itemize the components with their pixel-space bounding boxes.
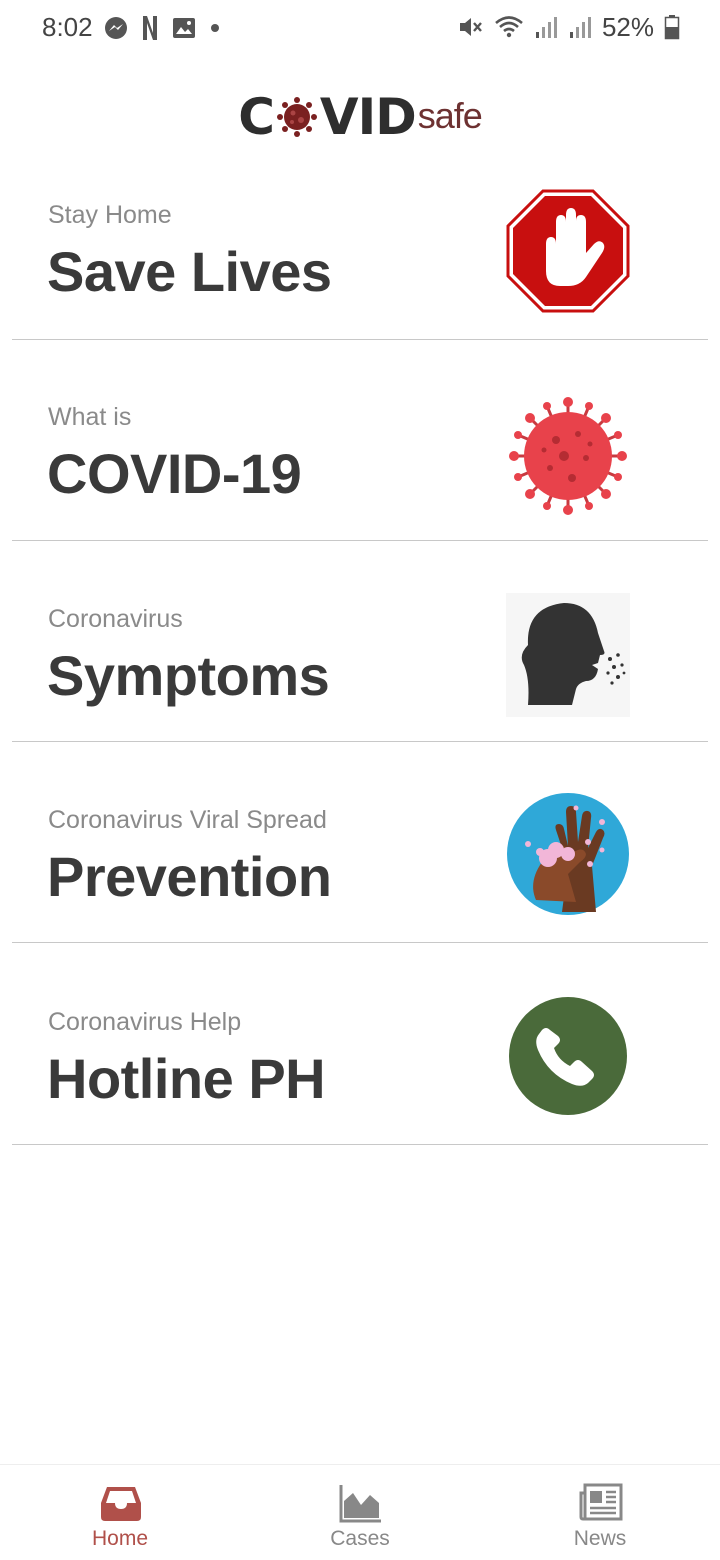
menu-item-subtitle: What is: [48, 403, 132, 431]
menu-item-save-lives[interactable]: Stay Home Save Lives: [12, 139, 708, 340]
menu-item-title: Symptoms: [47, 644, 330, 707]
nav-news-label: News: [573, 1527, 627, 1550]
bottom-navigation: Home Cases News: [0, 1464, 720, 1560]
nav-home[interactable]: Home: [0, 1465, 240, 1560]
menu-item-hotline-ph[interactable]: Coronavirus Help Hotline PH: [12, 944, 708, 1145]
gallery-icon: [173, 18, 195, 38]
nav-cases-label: Cases: [330, 1527, 390, 1550]
area-chart-icon: [339, 1485, 381, 1523]
menu-item-subtitle: Stay Home: [48, 201, 172, 229]
signal-icon: [535, 17, 557, 38]
newspaper-icon: [579, 1483, 623, 1521]
mute-icon: [459, 18, 482, 36]
logo-letters-vid: VID: [319, 88, 417, 146]
messenger-icon: [105, 17, 127, 39]
battery-icon: [664, 15, 680, 40]
wifi-icon: [495, 16, 523, 38]
hand-washing-icon: [507, 793, 629, 915]
phone-icon: [509, 997, 627, 1115]
menu-item-title: Save Lives: [47, 240, 332, 303]
signal-icon: [569, 17, 591, 38]
menu-item-subtitle: Coronavirus Viral Spread: [48, 806, 327, 834]
status-time: 8:02: [42, 12, 93, 42]
stop-hand-icon: [506, 189, 630, 313]
notification-icons: [104, 14, 220, 42]
logo-suffix: safe: [417, 95, 483, 136]
nav-home-label: Home: [91, 1527, 149, 1550]
system-icons: 52%: [458, 12, 680, 42]
coughing-head-icon: [506, 593, 630, 717]
menu-item-symptoms[interactable]: Coronavirus Symptoms: [12, 541, 708, 742]
netflix-icon: [143, 16, 157, 40]
dot-icon: [211, 24, 219, 32]
logo-letter-c: C: [238, 88, 275, 146]
menu-item-prevention[interactable]: Coronavirus Viral Spread Prevention: [12, 742, 708, 943]
menu-item-title: Hotline PH: [47, 1047, 326, 1110]
logo-wordmark: C VID safe: [238, 88, 483, 146]
status-bar: 8:02 52%: [0, 0, 720, 56]
nav-cases[interactable]: Cases: [240, 1465, 480, 1560]
menu-item-subtitle: Coronavirus Help: [48, 1008, 242, 1036]
menu-item-subtitle: Coronavirus: [48, 605, 183, 633]
menu-item-title: COVID-19: [47, 442, 302, 505]
logo-virus-icon: [276, 97, 317, 137]
coronavirus-icon: [509, 397, 627, 515]
battery-percent: 52%: [601, 11, 654, 42]
menu-item-title: Prevention: [47, 845, 332, 908]
nav-news[interactable]: News: [480, 1465, 720, 1560]
inbox-icon: [101, 1487, 141, 1521]
app-logo: C VID safe: [0, 82, 720, 142]
menu-item-covid-19[interactable]: What is COVID-19: [12, 340, 708, 541]
